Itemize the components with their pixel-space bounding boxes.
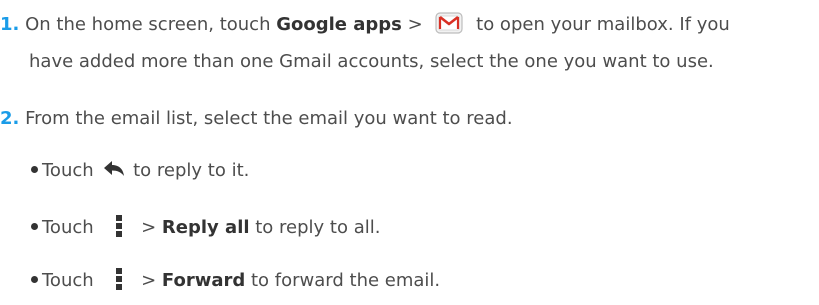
step-2-text: From the email list, select the email yo…: [25, 108, 513, 129]
bullet-2-post: to reply to all.: [249, 217, 381, 238]
menu-dots-icon: [109, 267, 129, 291]
step-1-line-2: have added more than one Gmail accounts,…: [29, 51, 714, 73]
bullet-dot: [31, 222, 38, 230]
bullet-reply-all: Touch > Reply all to reply to all.: [31, 214, 381, 240]
step-1-line-1: 1. On the home screen, touch Google apps…: [0, 11, 730, 37]
bullet-3-separator: >: [135, 270, 162, 291]
bullet-dot: [31, 275, 38, 283]
step-1-text-pre: On the home screen, touch: [25, 14, 277, 35]
reply-arrow-icon: [103, 160, 125, 178]
bullet-2-pre: Touch: [42, 217, 100, 238]
step-2-line: 2. From the email list, select the email…: [0, 108, 513, 130]
bullet-3-pre: Touch: [42, 270, 100, 291]
bullet-3-post: to forward the email.: [245, 270, 441, 291]
step-2-number: 2.: [0, 108, 20, 129]
step-1-text-post: to open your mailbox. If you: [470, 14, 730, 35]
bullet-dot: [31, 165, 38, 173]
gmail-icon: [434, 11, 464, 35]
step-1-number: 1.: [0, 14, 20, 35]
step-1-text-line-2: have added more than one Gmail accounts,…: [29, 51, 714, 72]
bullet-1-pre: Touch: [42, 160, 100, 181]
step-1-separator: >: [401, 14, 429, 35]
google-apps-label: Google apps: [276, 14, 402, 35]
bullet-forward: Touch > Forward to forward the email.: [31, 267, 441, 293]
forward-label: Forward: [161, 270, 246, 291]
menu-dots-icon: [109, 214, 129, 238]
bullet-1-post: to reply to it.: [127, 160, 250, 181]
reply-all-label: Reply all: [161, 217, 250, 238]
bullet-reply: Touch to reply to it.: [31, 160, 249, 182]
bullet-2-separator: >: [135, 217, 162, 238]
